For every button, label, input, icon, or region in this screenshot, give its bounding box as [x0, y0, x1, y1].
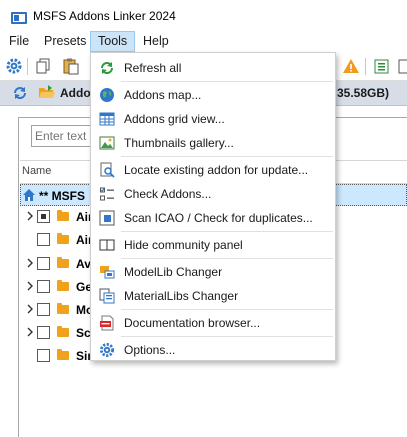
menu-separator — [121, 231, 333, 232]
menu-item-label: Scan ICAO / Check for duplicates... — [124, 211, 313, 225]
toolbar-separator — [27, 58, 28, 75]
copy-icon[interactable] — [35, 57, 53, 75]
settings-gear-icon[interactable] — [5, 57, 23, 75]
row-label: Av — [76, 257, 91, 271]
menu-item-label: Documentation browser... — [124, 316, 261, 330]
menu-item-hide-community-panel[interactable]: Hide community panel — [93, 233, 333, 257]
menu-item-label: Check Addons... — [124, 187, 212, 201]
menu-item-label: MaterialLibs Changer — [124, 289, 239, 303]
menu-item-check-addons[interactable]: Check Addons... — [93, 182, 333, 206]
panel-title: Addo — [60, 86, 91, 100]
locate-doc-icon — [100, 162, 115, 178]
row-checkbox[interactable] — [37, 349, 50, 362]
pdf-icon — [100, 315, 114, 331]
window-title: MSFS Addons Linker 2024 — [33, 9, 176, 23]
tools-menu-dropdown: Refresh all Addons map... Addons grid vi… — [90, 52, 336, 361]
scan-icon — [99, 210, 115, 226]
row-checkbox[interactable] — [37, 280, 50, 293]
globe-icon — [100, 88, 114, 102]
open-folder-icon[interactable] — [38, 85, 56, 100]
refresh-icon — [101, 62, 113, 74]
gear-icon — [100, 343, 114, 357]
chevron-right-icon[interactable] — [24, 210, 36, 222]
menu-item-label: ModelLib Changer — [124, 265, 223, 279]
menu-item-options[interactable]: Options... — [93, 338, 333, 362]
paste-icon[interactable] — [62, 57, 80, 75]
folder-icon — [57, 349, 69, 360]
column-name-header[interactable]: Name — [22, 165, 51, 177]
menu-bar: File Presets Tools Help — [0, 31, 407, 52]
menu-item-scan-icao[interactable]: Scan ICAO / Check for duplicates... — [93, 206, 333, 230]
row-checkbox[interactable] — [37, 326, 50, 339]
menu-presets[interactable]: Presets — [37, 31, 93, 52]
folder-icon — [57, 233, 69, 244]
menu-separator — [121, 258, 333, 259]
menu-item-label: Refresh all — [124, 61, 182, 75]
materiallib-icon — [99, 288, 115, 304]
menu-tools[interactable]: Tools — [90, 31, 136, 52]
menu-item-materiallibs-changer[interactable]: MaterialLibs Changer — [93, 284, 333, 308]
menu-item-refresh-all[interactable]: Refresh all — [93, 56, 333, 80]
menu-item-label: Hide community panel — [124, 238, 243, 252]
row-checkbox[interactable] — [37, 233, 50, 246]
row-checkbox[interactable] — [37, 210, 50, 223]
menu-item-locate-existing-addon[interactable]: Locate existing addon for update... — [93, 158, 333, 182]
home-icon — [23, 189, 35, 201]
menu-separator — [121, 336, 333, 337]
panel-icon — [99, 239, 115, 251]
menu-item-addons-grid-view[interactable]: Addons grid view... — [93, 107, 333, 131]
panel-size-total: 35.58GB) — [336, 86, 389, 100]
menu-item-label: Thumbnails gallery... — [124, 136, 234, 150]
image-icon — [99, 136, 115, 150]
menu-item-modellib-changer[interactable]: ModelLib Changer — [93, 260, 333, 284]
warning-icon[interactable] — [342, 57, 360, 75]
refresh-icon[interactable] — [12, 85, 28, 101]
chevron-right-icon[interactable] — [24, 257, 36, 269]
menu-item-label: Options... — [124, 343, 176, 357]
folder-icon — [57, 303, 69, 314]
tree-root-label: ** MSFS — [39, 189, 86, 203]
menu-file[interactable]: File — [2, 31, 36, 52]
folder-icon — [57, 210, 69, 221]
checklist-icon — [100, 187, 114, 201]
list-icon[interactable] — [397, 57, 407, 75]
folder-icon — [57, 326, 69, 337]
row-checkbox[interactable] — [37, 303, 50, 316]
title-bar: MSFS Addons Linker 2024 — [0, 0, 407, 31]
menu-separator — [121, 309, 333, 310]
toolbar-separator — [365, 58, 366, 75]
menu-item-addons-map[interactable]: Addons map... — [93, 83, 333, 107]
folder-icon — [57, 280, 69, 291]
modellib-icon — [100, 266, 115, 279]
menu-separator — [121, 156, 333, 157]
folder-icon — [57, 257, 69, 268]
row-label: Sc — [76, 326, 91, 340]
menu-item-label: Addons grid view... — [124, 112, 225, 126]
menu-item-label: Addons map... — [124, 88, 202, 102]
grid-icon — [99, 112, 115, 126]
add-item-icon[interactable] — [373, 57, 391, 75]
chevron-right-icon[interactable] — [24, 280, 36, 292]
menu-item-label: Locate existing addon for update... — [124, 163, 309, 177]
menu-help[interactable]: Help — [136, 31, 176, 52]
menu-separator — [121, 81, 333, 82]
menu-item-thumbnails-gallery[interactable]: Thumbnails gallery... — [93, 131, 333, 155]
row-checkbox[interactable] — [37, 257, 50, 270]
chevron-right-icon[interactable] — [24, 303, 36, 315]
app-logo-icon — [11, 12, 27, 24]
chevron-right-icon[interactable] — [24, 326, 36, 338]
menu-item-documentation-browser[interactable]: Documentation browser... — [93, 311, 333, 335]
